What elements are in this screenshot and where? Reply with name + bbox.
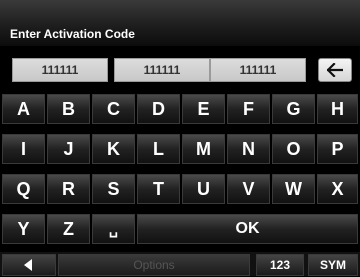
key-z[interactable]: Z [47,214,90,244]
key-q[interactable]: Q [2,174,45,204]
key-h[interactable]: H [317,94,358,124]
backspace-arrow-icon [327,63,343,77]
key-space[interactable]: ␣ [92,214,135,244]
key-b[interactable]: B [47,94,90,124]
code-field-3[interactable]: 111111 [210,58,306,82]
key-a[interactable]: A [2,94,45,124]
key-m[interactable]: M [182,134,225,164]
bottom-bar: Options 123 SYM [0,252,360,276]
ok-button[interactable]: OK [137,214,358,244]
code-input-row: 111111 111111 111111 [0,46,360,92]
key-p[interactable]: P [317,134,358,164]
symbols-keyboard-button[interactable]: SYM [308,254,358,276]
left-triangle-icon [24,259,32,271]
key-u[interactable]: U [182,174,225,204]
key-i[interactable]: I [2,134,45,164]
key-j[interactable]: J [47,134,90,164]
header-bar: Enter Activation Code [0,0,360,46]
back-button[interactable] [2,254,56,276]
keyboard: A B C D E F G H I J K L M N O P Q R S T … [0,92,360,252]
key-v[interactable]: V [227,174,270,204]
code-field-2[interactable]: 111111 [114,58,210,82]
key-f[interactable]: F [227,94,270,124]
backspace-button[interactable] [318,58,352,82]
key-g[interactable]: G [272,94,315,124]
page-title: Enter Activation Code [10,27,135,41]
key-e[interactable]: E [182,94,225,124]
key-s[interactable]: S [92,174,135,204]
options-button[interactable]: Options [58,254,250,276]
key-t[interactable]: T [137,174,180,204]
key-n[interactable]: N [227,134,270,164]
activation-screen: Enter Activation Code 111111 111111 1111… [0,0,360,276]
key-r[interactable]: R [47,174,90,204]
key-y[interactable]: Y [2,214,45,244]
code-field-1[interactable]: 111111 [12,58,108,82]
key-c[interactable]: C [92,94,135,124]
numeric-keyboard-button[interactable]: 123 [256,254,304,276]
key-w[interactable]: W [272,174,315,204]
key-d[interactable]: D [137,94,180,124]
key-l[interactable]: L [137,134,180,164]
key-x[interactable]: X [317,174,358,204]
key-k[interactable]: K [92,134,135,164]
key-o[interactable]: O [272,134,315,164]
